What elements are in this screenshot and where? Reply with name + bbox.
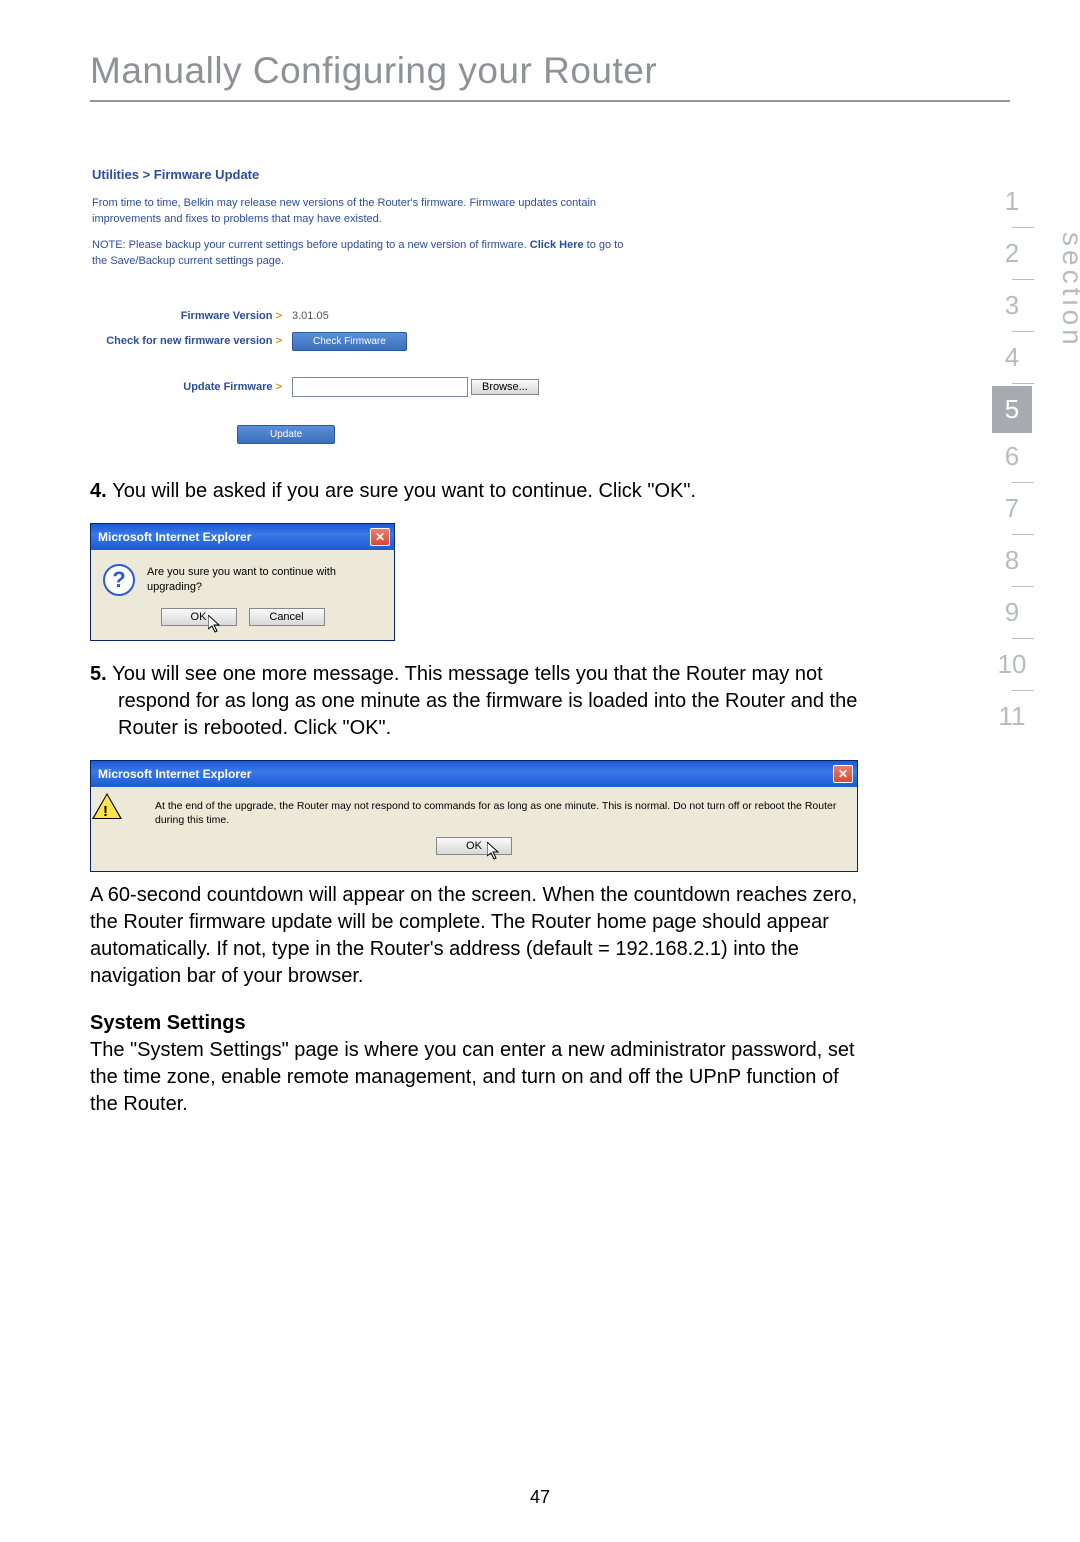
- dialog-title: Microsoft Internet Explorer: [98, 530, 251, 544]
- browse-button[interactable]: Browse...: [471, 379, 539, 395]
- firmware-file-input[interactable]: [292, 377, 468, 397]
- section-nav-item-5[interactable]: 5: [992, 386, 1032, 433]
- update-firmware-label: Update Firmware >: [92, 381, 292, 393]
- firmware-version-value: 3.01.05: [292, 310, 329, 322]
- ie-confirm-dialog: Microsoft Internet Explorer ✕ ? Are you …: [90, 523, 395, 641]
- section-nav-item-2[interactable]: 2: [992, 230, 1032, 277]
- warning-icon: [107, 797, 137, 823]
- page-title: Manually Configuring your Router: [90, 50, 1010, 92]
- section-label: section: [1056, 232, 1080, 349]
- ok-button[interactable]: OK: [161, 608, 237, 626]
- section-nav-item-4[interactable]: 4: [992, 334, 1032, 381]
- system-settings-heading: System Settings: [90, 1012, 1010, 1035]
- cancel-button[interactable]: Cancel: [249, 608, 325, 626]
- section-nav: 1 2 3 4 56 7 8 9 10 11: [992, 178, 1032, 740]
- section-nav-item-10[interactable]: 10: [992, 641, 1032, 688]
- question-icon: ?: [103, 564, 135, 596]
- click-here-link[interactable]: Click Here: [530, 239, 584, 251]
- update-button[interactable]: Update: [237, 425, 335, 444]
- page-number: 47: [0, 1487, 1080, 1508]
- system-settings-paragraph: The "System Settings" page is where you …: [90, 1037, 860, 1118]
- step-5-text: 5. You will see one more message. This m…: [90, 661, 878, 742]
- cursor-icon: [208, 615, 224, 635]
- section-nav-item-11[interactable]: 11: [992, 693, 1032, 740]
- title-rule: [90, 100, 1010, 102]
- countdown-paragraph: A 60-second countdown will appear on the…: [90, 882, 860, 990]
- note-text: NOTE: Please backup your current setting…: [92, 239, 530, 251]
- ok-button[interactable]: OK: [436, 837, 512, 855]
- cursor-icon: [487, 842, 503, 862]
- section-nav-item-1[interactable]: 1: [992, 178, 1032, 225]
- dialog-message: Are you sure you want to continue with u…: [147, 565, 382, 595]
- panel-note: NOTE: Please backup your current setting…: [92, 238, 632, 270]
- section-nav-item-3[interactable]: 3: [992, 282, 1032, 329]
- check-firmware-label: Check for new firmware version >: [92, 335, 292, 347]
- close-icon[interactable]: ✕: [370, 528, 390, 546]
- section-nav-item-8[interactable]: 8: [992, 537, 1032, 584]
- firmware-version-label: Firmware Version >: [92, 310, 292, 322]
- dialog-titlebar: Microsoft Internet Explorer ✕: [91, 761, 857, 787]
- close-icon[interactable]: ✕: [833, 765, 853, 783]
- breadcrumb: Utilities > Firmware Update: [92, 167, 832, 182]
- dialog-title: Microsoft Internet Explorer: [98, 767, 251, 781]
- step-4-text: 4. You will be asked if you are sure you…: [90, 478, 878, 505]
- ie-warning-dialog: Microsoft Internet Explorer ✕ At the end…: [90, 760, 858, 872]
- panel-description: From time to time, Belkin may release ne…: [92, 196, 622, 228]
- dialog-message: At the end of the upgrade, the Router ma…: [155, 797, 839, 827]
- section-nav-item-7[interactable]: 7: [992, 485, 1032, 532]
- section-nav-item-9[interactable]: 9: [992, 589, 1032, 636]
- router-firmware-panel: Utilities > Firmware Update From time to…: [92, 167, 832, 444]
- check-firmware-button[interactable]: Check Firmware: [292, 332, 407, 351]
- section-nav-item-6[interactable]: 6: [992, 433, 1032, 480]
- dialog-titlebar: Microsoft Internet Explorer ✕: [91, 524, 394, 550]
